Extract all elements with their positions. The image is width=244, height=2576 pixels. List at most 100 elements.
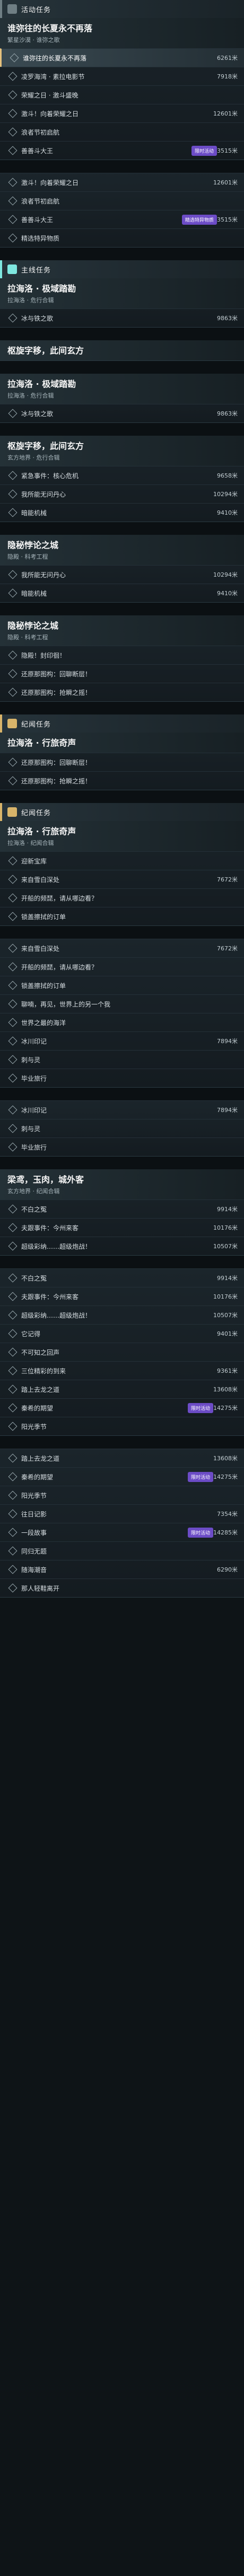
- quest-step-row[interactable]: 暗能机械 9410米: [0, 503, 244, 522]
- quest-step-row[interactable]: 毕业旅行: [0, 1137, 244, 1156]
- quest-step-row[interactable]: 阳光季节: [0, 1417, 244, 1435]
- quest-step-row[interactable]: 聊喃，再见，世界上的另一个我: [0, 994, 244, 1013]
- quest-step-row[interactable]: 世界之最的海洋: [0, 1013, 244, 1031]
- quest-step-row[interactable]: 浪者节初启航: [0, 191, 244, 210]
- quest-step-label: 还原那图构：抢瞬之摇！: [21, 777, 92, 785]
- quest-step-label: 谁弥往的长夏永不再落: [23, 54, 87, 62]
- quest-step-row[interactable]: 秦希的期望 限时活动 14275米: [0, 1398, 244, 1417]
- quest-step-row[interactable]: 不白之冤 9914米: [0, 1268, 244, 1287]
- quest-title[interactable]: 拉海洛 · 极域踏勘 拉海洛 · 危行合辑: [0, 374, 244, 404]
- quest-step-row[interactable]: 浪者节初启航: [0, 122, 244, 141]
- quest-marker-icon: [8, 687, 18, 697]
- quest-step-row[interactable]: 超级彩纳……超级炮战！ 10507米: [0, 1237, 244, 1255]
- quest-step-row[interactable]: 来自雪白深处 7672米: [0, 939, 244, 957]
- quest-step-row[interactable]: 开船的频琵，请从哪边看？: [0, 888, 244, 907]
- quest-step-label: 秦希的期望: [21, 1404, 54, 1412]
- quest-step-row[interactable]: 还原那图构：抢瞬之摇！: [0, 771, 244, 790]
- quest-step-row[interactable]: 还原那图构：回聊断层！: [0, 753, 244, 771]
- quest-step-row[interactable]: 一段故事 限时活动 14285米: [0, 1523, 244, 1541]
- quest-step-row[interactable]: 不白之冤 9914米: [0, 1199, 244, 1218]
- quest-step-label: 刺与灵: [21, 1125, 41, 1133]
- quest-marker-icon: [8, 127, 18, 137]
- quest-step-label: 毕业旅行: [21, 1074, 47, 1082]
- quest-step-row[interactable]: 凌罗海湾 · 素拉电影节 7918米: [0, 67, 244, 85]
- quest-step-row[interactable]: 暗能机械 9410米: [0, 584, 244, 602]
- quest-step-row[interactable]: 锁盖擦拭的订单: [0, 907, 244, 925]
- quest-title[interactable]: 谁弥往的长夏永不再落 繁星沙漠 · 谁弥之歌: [0, 18, 244, 48]
- quest-step-label: 夫跟事件：今州来客: [21, 1293, 79, 1301]
- quest-step-row[interactable]: 隐殿！封印徊！: [0, 646, 244, 664]
- quest-marker-icon: [8, 1204, 18, 1214]
- quest-step-row[interactable]: 来自雪白深处 7672米: [0, 870, 244, 888]
- quest-title[interactable]: 隐秘悖论之城 隐殿 · 科考工程: [0, 615, 244, 646]
- quest-step-row[interactable]: 迎新宝库: [0, 851, 244, 870]
- quest-step-row[interactable]: 随海潮音 6290米: [0, 1560, 244, 1578]
- quest-step-row[interactable]: 阳光季节: [0, 1486, 244, 1504]
- quest-step-row[interactable]: 荣耀之日 · 激斗盛晚: [0, 85, 244, 104]
- quest-title[interactable]: 拉海洛 · 行旅奇声 拉海洛 · 纪闻合辑: [0, 821, 244, 851]
- quest-step-row[interactable]: 那人轻鞋离开: [0, 1578, 244, 1597]
- quest-title[interactable]: 枢旋字移，此间玄方: [0, 340, 244, 360]
- quest-step-row[interactable]: 锁盖擦拭的订单: [0, 976, 244, 994]
- quest-step-row[interactable]: 同归无题: [0, 1541, 244, 1560]
- quest-marker-icon: [8, 1292, 18, 1301]
- quest-marker-icon: [8, 1310, 18, 1320]
- quest-step-row[interactable]: 冰与铁之歌 9863米: [0, 308, 244, 327]
- quest-step-row[interactable]: 刺与灵: [0, 1119, 244, 1137]
- quest-step-row[interactable]: 精选特异物质: [0, 228, 244, 247]
- quest-step-label: 开船的频琵，请从哪边看？: [21, 894, 98, 902]
- quest-step-row[interactable]: 我所能无问丹心 10294米: [0, 565, 244, 584]
- quest-title-sub: 玄方地界 · 危行合辑: [7, 454, 60, 461]
- section-header[interactable]: 纪闻任务: [0, 803, 244, 821]
- quest-title[interactable]: 隐秘悖论之城 隐殿 · 科考工程: [0, 535, 244, 565]
- quest-title[interactable]: 拉海洛 · 极域踏勘 拉海洛 · 危行合辑: [0, 278, 244, 308]
- quest-title[interactable]: 枢旋字移，此间玄方 玄方地界 · 危行合辑: [0, 436, 244, 466]
- quest-step-row[interactable]: 冰与铁之歌 9863米: [0, 404, 244, 422]
- quest-step-row[interactable]: 踏上去龙之道 13608米: [0, 1380, 244, 1398]
- quest-title[interactable]: 拉海洛 · 行旅奇声: [0, 733, 244, 753]
- quest-step-row[interactable]: 激斗！向着荣耀之日 12601米: [0, 104, 244, 122]
- quest-step-label: 聊喃，再见，世界上的另一个我: [21, 1000, 111, 1008]
- quest-step-label: 夫跟事件：今州来客: [21, 1224, 79, 1232]
- quest-step-row[interactable]: 冰川印记 7894米: [0, 1031, 244, 1050]
- quest-step-row[interactable]: 开船的频琵，请从哪边看？: [0, 957, 244, 976]
- quest-step-row[interactable]: 还原那图构：回聊断层！: [0, 664, 244, 683]
- section-gap: [0, 790, 244, 803]
- quest-step-label: 激斗！向着荣耀之日: [21, 110, 79, 118]
- quest-step-row[interactable]: 往日记影 7354米: [0, 1504, 244, 1523]
- quest-step-label: 开船的频琵，请从哪边看？: [21, 963, 98, 971]
- quest-step-row[interactable]: 踏上去龙之道 13608米: [0, 1449, 244, 1467]
- quest-step-row[interactable]: 不可知之回声: [0, 1343, 244, 1361]
- quest-step-row[interactable]: 它记得 9401米: [0, 1324, 244, 1343]
- quest-step-label: 它记得: [21, 1330, 41, 1338]
- quest-step-row[interactable]: 三位精彩的到来 9361米: [0, 1361, 244, 1380]
- quest-step-row[interactable]: 善善斗大王 限时活动 3515米: [0, 141, 244, 160]
- quest-step-row[interactable]: 超级彩纳……超级炮战！ 10507米: [0, 1305, 244, 1324]
- quest-step-row[interactable]: 善善斗大王 精选特异物质 3515米: [0, 210, 244, 228]
- section-header[interactable]: 活动任务: [0, 0, 244, 18]
- quest-section: 隐秘悖论之城 隐殿 · 科考工程 隐殿！封印徊！ 还原那图构：回聊断层！ 还原那图构：抢…: [0, 615, 244, 702]
- quest-step-label: 毕业旅行: [21, 1143, 47, 1151]
- quest-title[interactable]: 梁鸢，玉肉，城外客 玄方地界 · 纪闻合辑: [0, 1169, 244, 1199]
- quest-step-row[interactable]: 秦希的期望 限时活动 14275米: [0, 1467, 244, 1486]
- quest-step-row[interactable]: 还原那图构：抢瞬之摇！: [0, 683, 244, 701]
- quest-step-label: 不白之冤: [21, 1274, 47, 1282]
- quest-marker-icon: [8, 570, 18, 579]
- quest-step-label: 还原那图构：抢瞬之摇！: [21, 689, 92, 696]
- quest-step-row[interactable]: 夫跟事件：今州来客 10176米: [0, 1287, 244, 1305]
- quest-step-label: 秦希的期望: [21, 1473, 54, 1481]
- quest-step-row[interactable]: 夫跟事件：今州来客 10176米: [0, 1218, 244, 1237]
- section-header[interactable]: 纪闻任务: [0, 714, 244, 733]
- quest-step-row[interactable]: 刺与灵: [0, 1050, 244, 1069]
- quest-step-label: 那人轻鞋离开: [21, 1584, 60, 1592]
- quest-step-row[interactable]: 激斗！向着荣耀之日 12601米: [0, 173, 244, 191]
- quest-step-row[interactable]: 我所能无问丹心 10294米: [0, 484, 244, 503]
- quest-step-row[interactable]: 谁弥往的长夏永不再落 6261米: [0, 48, 244, 67]
- quest-step-row[interactable]: 毕业旅行: [0, 1069, 244, 1087]
- quest-step-row[interactable]: 冰川印记 7894米: [0, 1100, 244, 1119]
- quest-title-main: 拉海洛 · 行旅奇声: [7, 738, 76, 748]
- quest-title-sub: 繁星沙漠 · 谁弥之歌: [7, 37, 60, 43]
- section-header[interactable]: 主线任务: [0, 260, 244, 278]
- quest-step-row[interactable]: 紧急事件：核心危机 9658米: [0, 466, 244, 484]
- quest-marker-icon: [8, 1124, 18, 1133]
